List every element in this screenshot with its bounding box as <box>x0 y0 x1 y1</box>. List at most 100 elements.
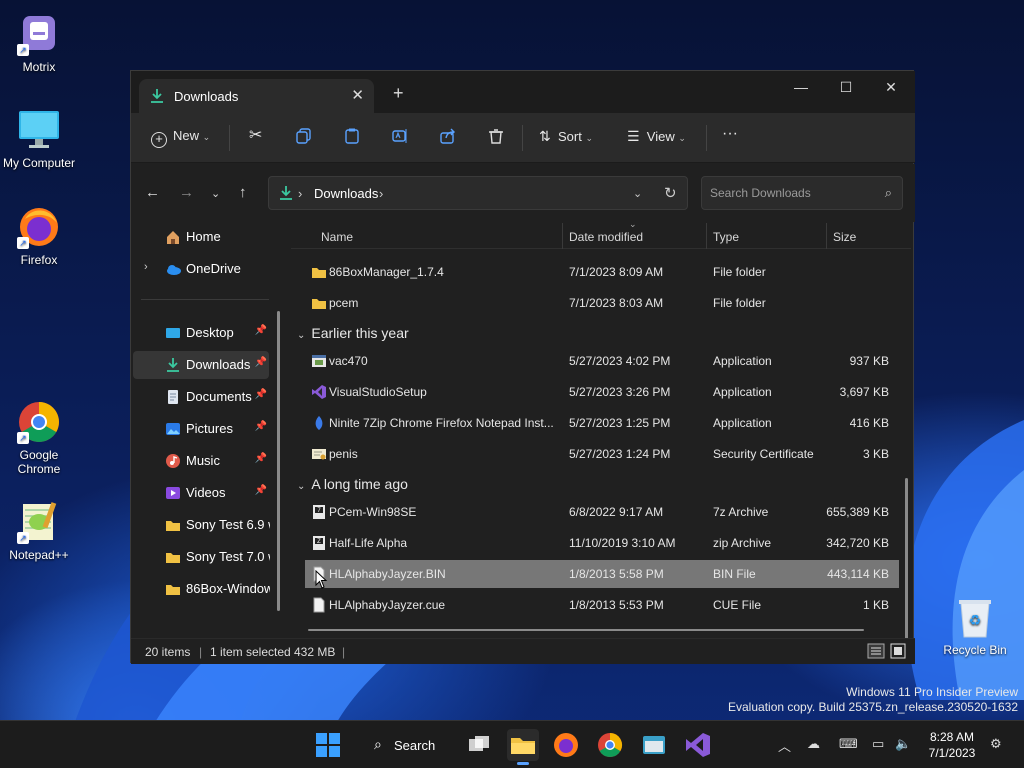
system-clock[interactable]: 8:28 AM 7/1/2023 <box>920 729 984 761</box>
copy-icon[interactable] <box>296 128 312 147</box>
group-header-long-ago[interactable]: ⌄ A long time ago <box>297 476 408 492</box>
up-arrow-icon[interactable]: ↑ <box>239 184 247 201</box>
file-date: 5/27/2023 1:25 PM <box>569 416 671 430</box>
network-icon[interactable]: ☁ <box>807 736 820 752</box>
list-item[interactable]: 7 PCem-Win98SE 6/8/2022 9:17 AM 7z Archi… <box>305 498 899 526</box>
chevron-down-icon: ⌄ <box>585 133 593 143</box>
firefox-icon: ↗ <box>17 205 61 249</box>
minimize-button[interactable]: — <box>786 79 816 95</box>
taskbar-app[interactable] <box>638 729 670 761</box>
nav-item-home[interactable]: Home <box>133 223 269 251</box>
desktop-icon-motrix[interactable]: ↗ Motrix <box>1 12 77 74</box>
task-view-button[interactable] <box>463 729 495 761</box>
toolbar-divider <box>522 125 523 151</box>
chrome-icon: ↗ <box>17 400 61 444</box>
close-tab-icon[interactable]: ✕ <box>351 86 364 104</box>
view-button[interactable]: ☰ View ⌄ <box>627 128 686 145</box>
search-box[interactable]: ⌕ <box>701 176 903 210</box>
sort-button[interactable]: ⇅ Sort ⌄ <box>539 128 593 145</box>
nav-item-pictures[interactable]: Pictures 📌 <box>133 415 269 443</box>
back-arrow-icon[interactable]: ← <box>145 184 160 201</box>
tiles-view-icon[interactable] <box>890 643 906 662</box>
keyboard-icon[interactable]: ⌨ <box>839 736 858 752</box>
nav-item-sony-test-70[interactable]: Sony Test 7.0 wit <box>133 543 270 571</box>
ninite-icon <box>315 416 323 430</box>
notification-icon[interactable]: ⚙ <box>990 736 1002 752</box>
list-item[interactable]: Z Half-Life Alpha 11/10/2019 3:10 AM zip… <box>305 529 899 557</box>
nav-item-music[interactable]: Music 📌 <box>133 447 269 475</box>
breadcrumb-downloads[interactable]: Downloads <box>314 186 378 201</box>
list-item[interactable]: HLAlphabyJayzer.cue 1/8/2013 5:53 PM CUE… <box>305 591 899 619</box>
folder-icon <box>166 521 180 531</box>
desktop-icon-notepadpp[interactable]: ↗ Notepad++ <box>1 500 77 562</box>
close-window-button[interactable]: ✕ <box>876 79 906 96</box>
new-tab-button[interactable]: + <box>393 83 404 104</box>
list-item[interactable]: Ninite 7Zip Chrome Firefox Notepad Inst.… <box>305 409 899 437</box>
see-more-button[interactable]: ··· <box>722 125 738 143</box>
recycle-bin-icon: ♻ <box>953 595 997 639</box>
taskbar-firefox[interactable] <box>550 729 582 761</box>
details-view-icon[interactable] <box>867 643 885 662</box>
expand-chevron-icon[interactable]: › <box>144 261 148 273</box>
nav-scrollbar[interactable] <box>277 311 280 611</box>
watermark-line-1: Windows 11 Pro Insider Preview <box>846 685 1018 699</box>
share-icon[interactable] <box>440 128 456 147</box>
show-hidden-icons-chevron[interactable]: ︿ <box>778 736 791 755</box>
nav-item-onedrive[interactable]: › OneDrive <box>133 255 269 283</box>
desktop-icon <box>166 328 180 338</box>
pin-icon: 📌 <box>254 421 267 432</box>
search-input[interactable] <box>710 185 870 201</box>
volume-icon[interactable]: 🔈 <box>895 736 911 752</box>
taskbar-file-explorer[interactable] <box>507 729 539 765</box>
new-button[interactable]: + New ⌄ <box>151 128 210 148</box>
nav-item-videos[interactable]: Videos 📌 <box>133 479 269 507</box>
address-dropdown-icon[interactable]: ⌄ <box>633 187 642 200</box>
taskbar-search-button[interactable]: ⌕ Search <box>362 729 442 761</box>
sort-chevron-icon: ⌄ <box>629 223 637 229</box>
taskbar-chrome[interactable] <box>594 729 626 761</box>
nav-item-sony-test-69[interactable]: Sony Test 6.9 wit <box>133 511 270 539</box>
file-size: 342,720 KB <box>826 536 889 550</box>
motrix-icon: ↗ <box>17 12 61 56</box>
list-item[interactable]: vac470 5/27/2023 4:02 PM Application 937… <box>305 347 899 375</box>
maximize-button[interactable]: ☐ <box>831 79 861 96</box>
tab-downloads[interactable]: Downloads ✕ <box>139 79 374 113</box>
forward-arrow-icon[interactable]: → <box>179 184 194 201</box>
list-item-selected[interactable]: HLAlphabyJayzer.BIN 1/8/2013 5:58 PM BIN… <box>305 560 899 588</box>
file-list-scrollbar[interactable] <box>905 478 908 638</box>
file-type: CUE File <box>713 598 762 612</box>
address-box[interactable]: › Downloads › ⌄ ↻ <box>268 176 688 210</box>
file-name: pcem <box>329 296 359 310</box>
view-label: View <box>646 129 675 144</box>
list-item[interactable]: VisualStudioSetup 5/27/2023 3:26 PM Appl… <box>305 378 899 406</box>
collapse-chevron-icon: ⌄ <box>297 481 306 492</box>
desktop-icon-label: Firefox <box>20 253 58 267</box>
list-item[interactable]: pcem 7/1/2023 8:03 AM File folder <box>305 289 899 317</box>
group-header-earlier[interactable]: ⌄ Earlier this year <box>297 325 409 341</box>
nav-item-desktop[interactable]: Desktop 📌 <box>133 319 269 347</box>
file-icon <box>313 597 325 613</box>
delete-icon[interactable] <box>488 128 504 147</box>
horizontal-scrollbar[interactable] <box>308 629 864 631</box>
desktop-icon-chrome[interactable]: ↗ Google Chrome <box>1 400 77 476</box>
desktop-icon-firefox[interactable]: ↗ Firefox <box>1 205 77 267</box>
list-item[interactable]: penis 5/27/2023 1:24 PM Security Certifi… <box>305 440 899 468</box>
nav-label: Home <box>186 229 221 244</box>
nav-item-86box-windows[interactable]: 86Box-Windows <box>133 575 270 603</box>
status-size: 432 MB <box>294 645 336 659</box>
refresh-icon[interactable]: ↻ <box>664 184 677 202</box>
start-button[interactable] <box>312 729 344 761</box>
desktop-icon-recycle-bin[interactable]: ♻ Recycle Bin <box>937 595 1013 657</box>
recent-locations-icon[interactable]: ⌄ <box>211 187 220 200</box>
list-item[interactable]: 86BoxManager_1.7.4 7/1/2023 8:09 AM File… <box>305 258 899 286</box>
watermark-line-2: Evaluation copy. Build 25375.zn_release.… <box>728 700 1018 714</box>
display-icon[interactable]: ▭ <box>872 736 884 752</box>
nav-item-downloads[interactable]: Downloads 📌 <box>133 351 269 379</box>
title-bar[interactable]: Downloads ✕ + — ☐ ✕ <box>131 71 915 113</box>
cut-icon[interactable]: ✂ <box>249 125 262 145</box>
desktop-icon-my-computer[interactable]: My Computer <box>1 108 77 170</box>
nav-item-documents[interactable]: Documents 📌 <box>133 383 269 411</box>
rename-icon[interactable] <box>392 128 408 147</box>
taskbar-visual-studio[interactable] <box>682 729 714 761</box>
paste-icon[interactable] <box>344 128 360 147</box>
